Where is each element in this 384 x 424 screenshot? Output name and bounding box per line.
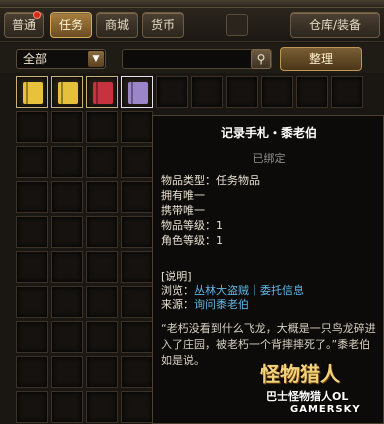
- inventory-slot[interactable]: [16, 216, 48, 248]
- inventory-slot[interactable]: [121, 391, 153, 423]
- inventory-slot[interactable]: [121, 321, 153, 353]
- tab-quest-label: 任务: [58, 18, 83, 32]
- inventory-slot[interactable]: [121, 216, 153, 248]
- inventory-slot[interactable]: [51, 111, 83, 143]
- stat-item-level: 物品等级：1: [161, 219, 223, 232]
- inventory-slot[interactable]: [51, 251, 83, 283]
- inventory-slot[interactable]: [86, 146, 118, 178]
- inventory-slot[interactable]: [51, 391, 83, 423]
- inventory-slot[interactable]: [121, 356, 153, 388]
- inventory-slot[interactable]: [226, 76, 258, 108]
- inventory-slot[interactable]: [16, 181, 48, 213]
- category-value: 全部: [23, 52, 48, 66]
- inventory-slot[interactable]: [16, 391, 48, 423]
- inventory-slot[interactable]: [121, 111, 153, 143]
- stat-unique-own: 拥有唯一: [161, 189, 205, 202]
- inventory-slot[interactable]: [86, 286, 118, 318]
- tab-mall[interactable]: 商城: [96, 12, 138, 38]
- inventory-slot[interactable]: [16, 111, 48, 143]
- inventory-slot[interactable]: [51, 356, 83, 388]
- storage-equipment-label: 仓库/装备: [308, 18, 362, 32]
- stat-unique-carry: 携带唯一: [161, 204, 205, 217]
- inventory-slot[interactable]: [16, 356, 48, 388]
- inventory-slot[interactable]: [51, 146, 83, 178]
- inventory-slot[interactable]: [86, 391, 118, 423]
- source-line: 来源：询问黍老伯: [161, 296, 249, 312]
- source-label: 来源：: [161, 298, 194, 311]
- inventory-slot[interactable]: [51, 216, 83, 248]
- inventory-slot[interactable]: [86, 356, 118, 388]
- search-input[interactable]: ⚲: [122, 49, 272, 69]
- inventory-slot[interactable]: [51, 181, 83, 213]
- inventory-slot[interactable]: [121, 181, 153, 213]
- purple-book-icon: [128, 82, 148, 104]
- inventory-slot[interactable]: [51, 286, 83, 318]
- search-icon[interactable]: ⚲: [251, 49, 271, 69]
- watermark-subtitle: 巴士怪物猎人OL: [266, 390, 349, 403]
- tab-normal-label: 普通: [11, 18, 36, 32]
- filter-bar: 全部 ▼ ⚲ 整理: [0, 43, 384, 73]
- inventory-slot[interactable]: [86, 181, 118, 213]
- yellow-scroll-icon: [58, 82, 78, 104]
- inventory-slot[interactable]: [191, 76, 223, 108]
- stat-item-type: 物品类型：任务物品: [161, 174, 260, 187]
- inventory-slot[interactable]: [51, 76, 83, 108]
- watermark-site: GAMERSKY: [290, 404, 361, 415]
- item-name: 记录手札・黍老伯: [220, 126, 317, 140]
- inventory-slot[interactable]: [331, 76, 363, 108]
- tab-mall-label: 商城: [104, 18, 129, 32]
- stat-char-level: 角色等级：1: [161, 234, 223, 247]
- yellow-scroll-icon: [23, 82, 43, 104]
- inventory-slot[interactable]: [121, 76, 153, 108]
- window-top-border: [0, 0, 384, 8]
- inventory-slot[interactable]: [86, 321, 118, 353]
- tab-quest[interactable]: 任务: [50, 12, 92, 38]
- inventory-slot[interactable]: [121, 146, 153, 178]
- tab-currency-label: 货币: [150, 18, 175, 32]
- tab-bar: 普通 任务 商城 货币 仓库/装备: [0, 8, 384, 42]
- inventory-slot[interactable]: [296, 76, 328, 108]
- inventory-slot[interactable]: [86, 251, 118, 283]
- tab-normal[interactable]: 普通: [4, 11, 44, 38]
- inventory-slot[interactable]: [156, 76, 188, 108]
- inventory-slot[interactable]: [121, 251, 153, 283]
- inventory-slot[interactable]: [121, 286, 153, 318]
- inventory-slot[interactable]: [86, 216, 118, 248]
- bound-status: 已绑定: [252, 152, 286, 165]
- tab-currency[interactable]: 货币: [142, 12, 184, 38]
- inventory-slot[interactable]: [86, 76, 118, 108]
- site-watermark: 怪物猎人 巴士怪物猎人OL GAMERSKY: [260, 358, 380, 420]
- inventory-slot[interactable]: [16, 76, 48, 108]
- watermark-logo: 怪物猎人: [260, 362, 340, 386]
- chevron-down-icon[interactable]: ▼: [88, 51, 104, 67]
- category-select[interactable]: 全部 ▼: [16, 49, 106, 69]
- storage-equipment-button[interactable]: 仓库/装备: [290, 12, 380, 38]
- inventory-slot[interactable]: [86, 111, 118, 143]
- new-item-badge: [33, 11, 41, 19]
- red-book-icon: [93, 82, 113, 104]
- inventory-slot[interactable]: [16, 321, 48, 353]
- inventory-slot[interactable]: [16, 286, 48, 318]
- inventory-slot[interactable]: [16, 251, 48, 283]
- inventory-slot[interactable]: [16, 146, 48, 178]
- inventory-slot[interactable]: [51, 321, 83, 353]
- inventory-slot[interactable]: [261, 76, 293, 108]
- lock-icon[interactable]: [226, 14, 248, 36]
- sort-button[interactable]: 整理: [280, 47, 362, 71]
- source-link[interactable]: 询问黍老伯: [194, 298, 249, 311]
